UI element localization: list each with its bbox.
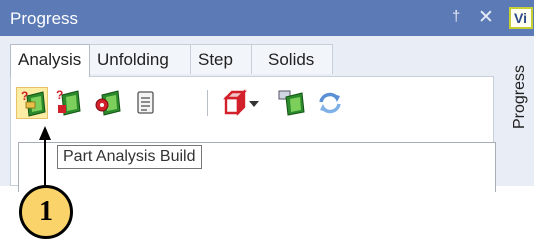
callout-marker: 1 — [19, 185, 73, 239]
tab-analysis[interactable]: Analysis — [10, 44, 90, 77]
callout-arrow — [39, 126, 51, 186]
